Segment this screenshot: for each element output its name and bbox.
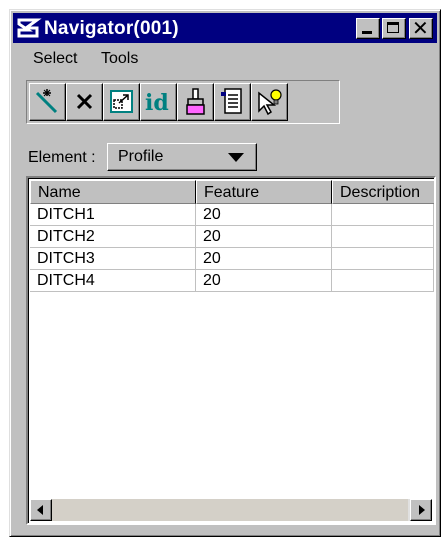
svg-text:id: id	[145, 90, 169, 116]
menu-select[interactable]: Select	[33, 50, 77, 68]
table-row[interactable]: DITCH4 20	[30, 270, 434, 292]
scroll-left-button[interactable]	[30, 499, 52, 521]
cell-feature: 20	[196, 226, 332, 248]
scrollbar-thumb[interactable]	[52, 499, 408, 521]
column-header-name[interactable]: Name	[30, 180, 196, 204]
magic-select-icon	[35, 89, 58, 114]
title-bar[interactable]: Navigator(001) ✕	[13, 13, 437, 43]
element-dropdown-value: Profile	[118, 148, 164, 165]
scroll-left-arrow-icon	[37, 505, 43, 515]
cell-description	[332, 270, 434, 292]
cell-feature: 20	[196, 270, 332, 292]
column-header-feature[interactable]: Feature	[196, 180, 332, 204]
dropdown-arrow-icon	[228, 153, 244, 162]
horizontal-scrollbar[interactable]	[30, 499, 432, 521]
table-row[interactable]: DITCH2 20	[30, 226, 434, 248]
cell-name: DITCH1	[30, 204, 196, 226]
minimize-button[interactable]	[356, 18, 380, 39]
maximize-button[interactable]	[382, 18, 406, 39]
cell-description	[332, 204, 434, 226]
close-icon: ✕	[412, 16, 429, 40]
column-header-description[interactable]: Description	[332, 180, 434, 204]
paint-button[interactable]	[177, 83, 214, 121]
identify-button[interactable]: id	[140, 83, 177, 121]
pointer-hint-button[interactable]	[251, 83, 288, 121]
navigator-window: Navigator(001) ✕ Select Tools id Element…	[9, 9, 441, 537]
cell-description	[332, 226, 434, 248]
table-row[interactable]: DITCH1 20	[30, 204, 434, 226]
magic-select-button[interactable]	[29, 83, 66, 121]
zoom-window-button[interactable]	[103, 83, 140, 121]
toolbar: id	[26, 80, 340, 124]
pointer-lightbulb-icon	[258, 89, 282, 116]
cell-description	[332, 248, 434, 270]
cell-name: DITCH2	[30, 226, 196, 248]
scroll-right-arrow-icon	[419, 505, 425, 515]
cell-feature: 20	[196, 248, 332, 270]
element-dropdown[interactable]: Profile	[107, 143, 257, 171]
table-row[interactable]: DITCH3 20	[30, 248, 434, 270]
delete-button[interactable]	[66, 83, 103, 121]
delete-x-icon	[76, 93, 93, 110]
cell-name: DITCH4	[30, 270, 196, 292]
scroll-right-button[interactable]	[410, 499, 432, 521]
minimize-icon	[362, 31, 372, 34]
cell-feature: 20	[196, 204, 332, 226]
maximize-icon	[387, 22, 399, 33]
zoom-window-icon	[110, 90, 133, 113]
features-table[interactable]: Name Feature Description DITCH1 20 DITCH…	[26, 176, 436, 525]
menu-bar: Select Tools	[13, 46, 437, 72]
element-label: Element :	[28, 149, 96, 166]
app-logo-icon	[17, 18, 42, 38]
report-button[interactable]	[214, 83, 251, 121]
window-title: Navigator(001)	[44, 18, 179, 39]
paint-brush-icon	[186, 88, 205, 115]
id-icon: id	[145, 90, 169, 116]
close-button[interactable]: ✕	[409, 16, 433, 40]
cell-name: DITCH3	[30, 248, 196, 270]
report-document-icon	[221, 88, 242, 114]
menu-tools[interactable]: Tools	[101, 50, 138, 68]
